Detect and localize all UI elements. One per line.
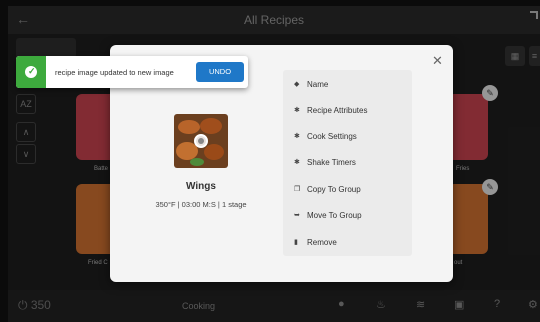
camera-icon[interactable] xyxy=(194,134,208,148)
menu-item-cook-settings[interactable]: ✱ Cook Settings xyxy=(283,123,412,149)
menu-item-recipe-attributes[interactable]: ✱ Recipe Attributes xyxy=(283,97,412,123)
menu-item-move-to-group[interactable]: ➥ Move To Group xyxy=(283,202,412,228)
recipe-image[interactable] xyxy=(174,114,228,168)
menu-item-remove[interactable]: ▮ Remove xyxy=(283,229,412,255)
menu-item-label: Copy To Group xyxy=(307,185,361,194)
gear-icon: ✱ xyxy=(294,159,300,166)
menu-item-label: Name xyxy=(307,80,329,89)
success-check-icon: ✓ xyxy=(16,56,46,88)
menu-item-shake-timers[interactable]: ✱ Shake Timers xyxy=(283,149,412,175)
recipe-options-menu: ◆ Name ✱ Recipe Attributes ✱ Cook Settin… xyxy=(283,70,412,256)
food-photo-part xyxy=(190,158,204,166)
snackbar-notification: ✓ recipe image updated to new image UNDO xyxy=(16,56,248,88)
menu-item-label: Shake Timers xyxy=(307,158,356,167)
gear-icon: ✱ xyxy=(294,107,300,114)
copy-icon: ❐ xyxy=(294,186,301,193)
snackbar-message: recipe image updated to new image xyxy=(55,68,174,77)
menu-item-label: Recipe Attributes xyxy=(307,106,368,115)
menu-item-label: Remove xyxy=(307,238,337,247)
recipe-details: 350°F | 03:00 M:S | 1 stage xyxy=(155,200,247,209)
menu-item-copy-to-group[interactable]: ❐ Copy To Group xyxy=(283,176,412,202)
menu-item-label: Move To Group xyxy=(307,211,362,220)
close-icon[interactable]: ✕ xyxy=(432,53,443,69)
food-photo-part xyxy=(200,118,222,134)
recipe-name: Wings xyxy=(186,181,216,192)
food-photo-part xyxy=(178,120,200,134)
trash-icon: ▮ xyxy=(294,239,298,246)
undo-button[interactable]: UNDO xyxy=(196,62,244,82)
gear-icon: ✱ xyxy=(294,133,300,140)
menu-item-label: Cook Settings xyxy=(307,132,357,141)
tag-icon: ◆ xyxy=(294,81,300,88)
move-icon: ➥ xyxy=(294,212,300,219)
food-photo-part xyxy=(204,144,224,160)
menu-item-name[interactable]: ◆ Name xyxy=(283,71,412,97)
